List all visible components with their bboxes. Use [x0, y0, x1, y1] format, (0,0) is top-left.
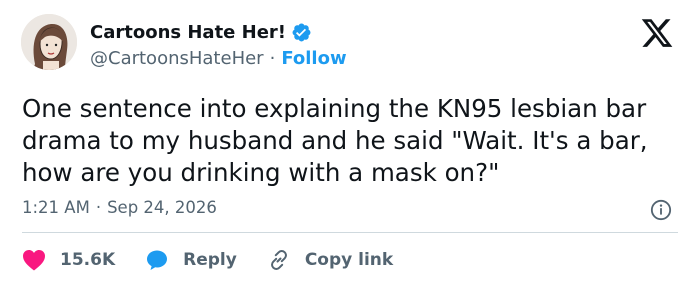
copy-link-label: Copy link: [304, 250, 394, 270]
tweet-date[interactable]: Sep 24, 2026: [107, 198, 217, 217]
reply-bubble-icon: [147, 250, 168, 270]
avatar-illustration: [21, 14, 77, 70]
tweet-text: One sentence into explaining the KN95 le…: [22, 94, 648, 187]
divider: [22, 232, 678, 233]
heart-icon: [23, 250, 45, 271]
follow-button[interactable]: Follow: [281, 48, 346, 69]
author-display-name[interactable]: Cartoons Hate Her!: [90, 22, 286, 43]
tweet-timestamp: 1:21 AM · Sep 24, 2026: [22, 198, 217, 217]
x-logo-icon[interactable]: [640, 16, 674, 50]
tweet-card: Cartoons Hate Her! @CartoonsHateHer · Fo…: [0, 0, 700, 287]
avatar[interactable]: [21, 14, 77, 70]
verified-badge-icon: [291, 22, 312, 43]
info-icon[interactable]: [650, 199, 672, 221]
action-bar: 15.6K Reply Copy link: [22, 247, 423, 273]
handle-separator: ·: [269, 48, 276, 69]
author-handle[interactable]: @CartoonsHateHer: [90, 48, 264, 69]
link-icon: [270, 250, 287, 270]
reply-label: Reply: [183, 250, 237, 270]
like-button[interactable]: 15.6K: [22, 249, 115, 271]
author-name-row: Cartoons Hate Her!: [90, 20, 312, 44]
like-count: 15.6K: [60, 250, 116, 270]
timestamp-separator: ·: [95, 198, 102, 217]
copy-link-button[interactable]: Copy link: [267, 248, 393, 272]
reply-button[interactable]: Reply: [145, 248, 237, 272]
author-handle-row: @CartoonsHateHer · Follow: [90, 48, 347, 69]
tweet-time[interactable]: 1:21 AM: [22, 198, 90, 217]
